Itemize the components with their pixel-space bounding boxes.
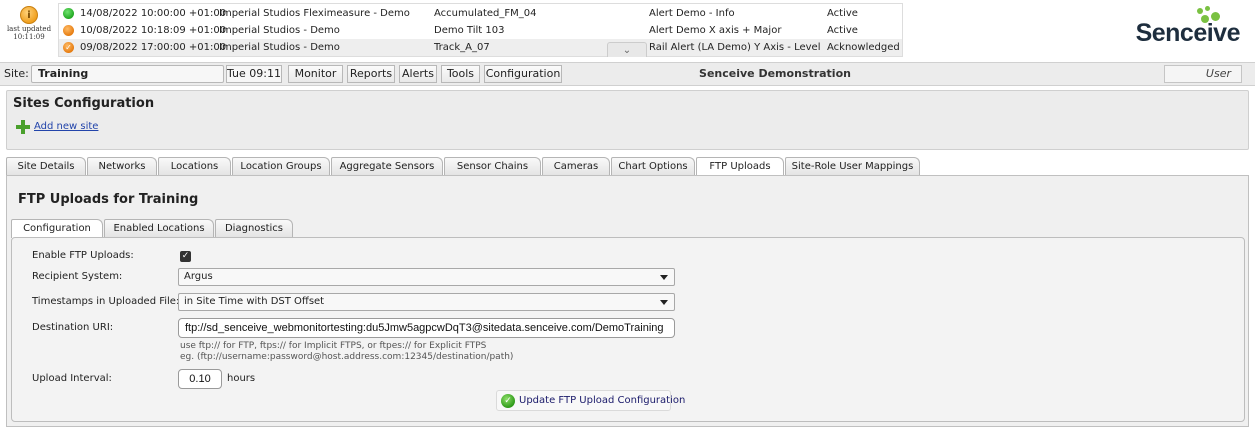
alert-site: Imperial Studios Fleximeasure - Demo [219, 8, 410, 19]
tab-networks[interactable]: Networks [87, 157, 157, 175]
user-menu[interactable]: User [1164, 65, 1242, 83]
alert-state: Active [827, 8, 858, 19]
logo-wordmark: Senceive [1135, 19, 1241, 47]
menu-configuration[interactable]: Configuration [484, 65, 562, 83]
alert-sensor: Demo Tilt 103 [434, 25, 505, 36]
sub-tab-strip: Configuration Enabled Locations Diagnost… [11, 219, 311, 238]
site-clock: Tue 09:11 [226, 65, 282, 83]
alert-state: Acknowledged [827, 42, 900, 53]
tab-location-groups[interactable]: Location Groups [232, 157, 330, 175]
tab-ftp-uploads[interactable]: FTP Uploads [696, 157, 784, 176]
tab-configuration[interactable]: Configuration [11, 219, 103, 238]
alert-site: Imperial Studios - Demo [219, 42, 340, 53]
status-orange-icon [63, 25, 74, 36]
menu-alerts[interactable]: Alerts [399, 65, 437, 83]
alert-timestamp: 09/08/2022 17:00:00 +01:00 [80, 42, 227, 53]
site-label: Site: [4, 67, 29, 80]
menu-tools[interactable]: Tools [441, 65, 480, 83]
tab-site-role-user-mappings[interactable]: Site-Role User Mappings [785, 157, 920, 175]
nav-bar: Site: Training Tue 09:11 Monitor Reports… [0, 62, 1255, 86]
recipient-system-select[interactable]: Argus [178, 268, 675, 286]
destination-uri-input[interactable]: ftp://sd_senceive_webmonitortesting:du5J… [178, 318, 675, 338]
tab-cameras[interactable]: Cameras [542, 157, 610, 175]
alert-site: Imperial Studios - Demo [219, 25, 340, 36]
acknowledged-check-icon: ✓ [63, 42, 74, 53]
alert-row[interactable]: 10/08/2022 10:18:09 +01:00 Imperial Stud… [59, 22, 902, 39]
uri-example-text: eg. (ftp://username:password@host.addres… [180, 352, 514, 362]
recipient-system-value: Argus [184, 271, 213, 282]
configuration-form: Enable FTP Uploads: ✓ Recipient System: … [11, 237, 1245, 422]
check-circle-icon: ✓ [501, 394, 515, 408]
destination-uri-label: Destination URI: [32, 322, 114, 333]
alert-state: Active [827, 25, 858, 36]
last-updated-indicator: i last updated 10:11:09 [6, 6, 52, 41]
enable-ftp-checkbox[interactable]: ✓ [180, 251, 191, 262]
alert-name: Alert Demo - Info [649, 8, 735, 19]
caret-down-icon [660, 300, 668, 305]
update-button-label: Update FTP Upload Configuration [519, 395, 686, 406]
last-updated-label: last updated [6, 25, 52, 33]
upload-interval-label: Upload Interval: [32, 373, 112, 384]
timestamps-select[interactable]: in Site Time with DST Offset [178, 293, 675, 311]
refresh-icon[interactable]: i [20, 6, 38, 24]
alert-row[interactable]: 14/08/2022 10:00:00 +01:00 Imperial Stud… [59, 5, 902, 22]
alert-name: Rail Alert (LA Demo) Y Axis - Level 1... [649, 42, 824, 53]
menu-reports[interactable]: Reports [347, 65, 395, 83]
status-green-icon [63, 8, 74, 19]
chevron-down-icon[interactable]: ⌄ [607, 42, 647, 57]
menu-monitor[interactable]: Monitor [288, 65, 343, 83]
timestamps-label: Timestamps in Uploaded File: [32, 296, 180, 307]
section-title: FTP Uploads for Training [18, 192, 199, 207]
sites-configuration-panel: Sites Configuration Add new site [6, 90, 1249, 150]
update-ftp-config-button[interactable]: ✓ Update FTP Upload Configuration [496, 390, 685, 411]
tab-enabled-locations[interactable]: Enabled Locations [104, 219, 214, 237]
top-bar: i last updated 10:11:09 14/08/2022 10:00… [0, 0, 1255, 60]
alert-sensor: Track_A_07 [434, 42, 490, 53]
tab-diagnostics[interactable]: Diagnostics [215, 219, 293, 237]
ftp-uploads-panel: FTP Uploads for Training Configuration E… [6, 175, 1249, 427]
site-selector[interactable]: Training [31, 65, 224, 83]
alerts-list: 14/08/2022 10:00:00 +01:00 Imperial Stud… [58, 3, 903, 57]
tab-locations[interactable]: Locations [158, 157, 231, 175]
alert-name: Alert Demo X axis + Major [649, 25, 782, 36]
page-title: Sites Configuration [13, 96, 155, 111]
interval-unit: hours [227, 373, 256, 384]
tab-sensor-chains[interactable]: Sensor Chains [444, 157, 541, 175]
upload-interval-input[interactable]: 0.10 [178, 369, 222, 389]
plus-icon [15, 119, 31, 135]
alert-timestamp: 10/08/2022 10:18:09 +01:00 [80, 25, 227, 36]
tab-site-details[interactable]: Site Details [6, 157, 86, 175]
add-new-site-label[interactable]: Add new site [34, 121, 98, 132]
alert-timestamp: 14/08/2022 10:00:00 +01:00 [80, 8, 227, 19]
company-name: Senceive Demonstration [699, 67, 851, 80]
last-updated-time: 10:11:09 [13, 33, 45, 41]
recipient-system-label: Recipient System: [32, 271, 123, 282]
tab-chart-options[interactable]: Chart Options [611, 157, 695, 175]
tab-aggregate-sensors[interactable]: Aggregate Sensors [331, 157, 443, 175]
main-tab-strip: Site Details Networks Locations Location… [6, 157, 1249, 176]
senceive-logo: Senceive [1112, 6, 1248, 52]
alert-row[interactable]: ✓ 09/08/2022 17:00:00 +01:00 Imperial St… [59, 39, 902, 56]
caret-down-icon [660, 275, 668, 280]
enable-ftp-label: Enable FTP Uploads: [32, 250, 134, 261]
uri-help-text: use ftp:// for FTP, ftps:// for Implicit… [180, 341, 487, 351]
timestamps-value: in Site Time with DST Offset [184, 296, 325, 307]
alert-sensor: Accumulated_FM_04 [434, 8, 537, 19]
